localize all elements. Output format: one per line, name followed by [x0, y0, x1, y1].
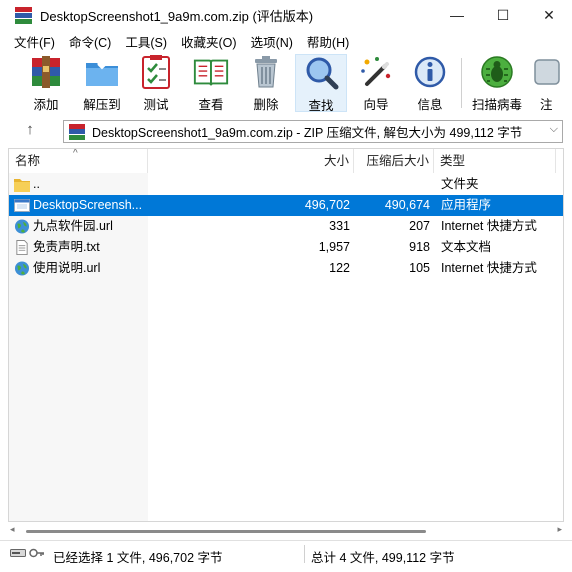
view-book-icon: [192, 54, 230, 90]
archive-path-box[interactable]: DesktopScreenshot1_9a9m.com.zip - ZIP 压缩…: [63, 120, 563, 143]
menu-help[interactable]: 帮助(H): [300, 32, 356, 51]
info-icon: [411, 54, 449, 90]
folder-icon: [14, 179, 30, 192]
magnifier-icon: [302, 55, 340, 91]
add-button[interactable]: 添加: [24, 54, 68, 112]
chevron-down-icon[interactable]: ⌵: [550, 123, 558, 136]
selection-status: 已经选择 1 文件, 496,702 字节: [53, 551, 223, 565]
menu-tools[interactable]: 工具(S): [118, 32, 174, 51]
find-button[interactable]: 查找: [295, 54, 347, 113]
add-archive-icon: [27, 54, 65, 90]
file-name: DesktopScreensh...: [33, 198, 143, 212]
list-item-selected[interactable]: DesktopScreensh... 496,702 490,674 应用程序: [9, 195, 563, 216]
trash-icon: [247, 54, 285, 90]
virus-scan-button[interactable]: 扫描病毒: [470, 54, 524, 112]
zip-archive-icon: [69, 123, 85, 140]
test-label: 测试: [143, 98, 169, 112]
column-packed-size[interactable]: 压缩后大小: [354, 149, 434, 173]
scroll-left-icon[interactable]: ◂: [10, 524, 15, 535]
test-button[interactable]: 测试: [136, 54, 176, 112]
menu-commands[interactable]: 命令(C): [62, 32, 118, 51]
delete-button[interactable]: 删除: [248, 54, 284, 112]
file-size: 331: [329, 219, 350, 233]
info-button[interactable]: 信息: [412, 54, 448, 112]
find-label: 查找: [308, 99, 334, 113]
close-button[interactable]: ✕: [526, 0, 572, 30]
file-name: 九点软件园.url: [33, 219, 113, 233]
file-list: 名称 ^ 大小 压缩后大小 类型 .. 文件夹 DesktopScreensh.…: [8, 148, 564, 522]
status-bar: 已经选择 1 文件, 496,702 字节 总计 4 文件, 499,112 字…: [0, 540, 572, 566]
horizontal-scrollbar[interactable]: ◂ ▸: [8, 524, 564, 536]
column-size[interactable]: 大小: [148, 149, 354, 173]
minimize-button[interactable]: —: [434, 0, 480, 30]
add-label: 添加: [33, 98, 59, 112]
toolbar: 添加 解压到 测试 查看 删除 查找 向导 信息 扫描病毒 注: [0, 52, 572, 114]
comment-label: 注: [540, 98, 553, 112]
sort-ascending-icon: ^: [73, 148, 78, 159]
file-packed-size: 918: [409, 240, 430, 254]
globe-icon: [14, 219, 30, 234]
file-size: [148, 174, 350, 195]
file-type: 文本文档: [441, 240, 492, 254]
file-size: 122: [329, 261, 350, 275]
menu-options[interactable]: 选项(N): [244, 32, 300, 51]
extract-button[interactable]: 解压到: [80, 54, 124, 112]
scroll-right-icon[interactable]: ▸: [557, 524, 562, 535]
extract-label: 解压到: [83, 98, 121, 112]
comment-button[interactable]: 注: [534, 54, 564, 112]
file-type: 应用程序: [441, 198, 492, 212]
extract-folder-icon: [83, 54, 121, 90]
up-arrow-icon[interactable]: ↑: [20, 121, 40, 141]
column-header: 名称 ^ 大小 压缩后大小 类型: [9, 149, 563, 173]
file-name: 免责声明.txt: [33, 240, 100, 254]
list-item[interactable]: 使用说明.url 122 105 Internet 快捷方式: [9, 258, 563, 279]
info-label: 信息: [417, 98, 443, 112]
list-item[interactable]: 九点软件园.url 331 207 Internet 快捷方式: [9, 216, 563, 237]
column-name[interactable]: 名称 ^: [9, 149, 148, 173]
title-bar: DesktopScreenshot1_9a9m.com.zip (评估版本) —…: [0, 0, 572, 30]
view-button[interactable]: 查看: [188, 54, 234, 112]
bug-icon: [478, 54, 516, 90]
scrollbar-thumb[interactable]: [26, 530, 426, 533]
file-packed-size: 207: [409, 219, 430, 233]
key-icon[interactable]: [29, 547, 45, 559]
menu-file[interactable]: 文件(F): [0, 32, 62, 51]
toolbar-separator: [461, 58, 462, 108]
virus-scan-label: 扫描病毒: [471, 98, 522, 112]
archive-path-text: DesktopScreenshot1_9a9m.com.zip - ZIP 压缩…: [92, 126, 523, 140]
menu-bar: 文件(F) 命令(C) 工具(S) 收藏夹(O) 选项(N) 帮助(H): [0, 30, 572, 52]
winrar-app-icon: [15, 6, 32, 24]
file-packed-size: [354, 174, 430, 195]
file-packed-size: 105: [409, 261, 430, 275]
comment-icon: [534, 54, 564, 90]
total-status: 总计 4 文件, 499,112 字节: [311, 551, 455, 565]
delete-label: 删除: [253, 98, 279, 112]
file-type: Internet 快捷方式: [441, 261, 537, 275]
exe-icon: [14, 199, 30, 212]
wizard-button[interactable]: 向导: [356, 54, 396, 112]
list-item[interactable]: .. 文件夹: [9, 174, 563, 195]
drive-icon[interactable]: [10, 547, 26, 559]
menu-favorites[interactable]: 收藏夹(O): [174, 32, 244, 51]
address-bar: ↑ DesktopScreenshot1_9a9m.com.zip - ZIP …: [0, 116, 572, 146]
view-label: 查看: [198, 98, 224, 112]
file-size: 1,957: [318, 240, 350, 254]
file-packed-size: 490,674: [384, 198, 430, 212]
file-type: 文件夹: [441, 177, 479, 191]
globe-icon: [14, 261, 30, 276]
test-checklist-icon: [137, 54, 175, 90]
wizard-label: 向导: [363, 98, 389, 112]
file-type: Internet 快捷方式: [441, 219, 537, 233]
file-name: 使用说明.url: [33, 261, 101, 275]
maximize-button[interactable]: ☐: [480, 0, 526, 30]
window-title: DesktopScreenshot1_9a9m.com.zip (评估版本): [40, 8, 314, 24]
magic-wand-icon: [357, 54, 395, 90]
text-file-icon: [16, 240, 28, 255]
column-type[interactable]: 类型: [434, 149, 556, 173]
file-size: 496,702: [304, 198, 350, 212]
file-name: ..: [33, 177, 40, 191]
list-item[interactable]: 免责声明.txt 1,957 918 文本文档: [9, 237, 563, 258]
